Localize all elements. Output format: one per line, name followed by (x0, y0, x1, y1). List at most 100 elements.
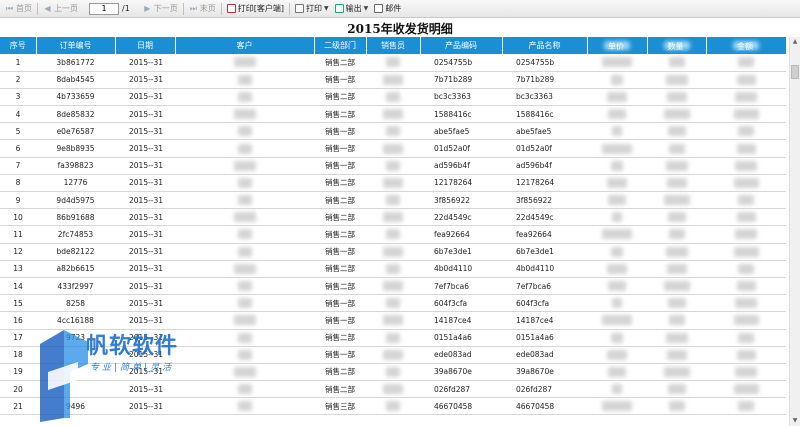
customer-cell (175, 54, 314, 72)
table-row[interactable]: 16 4cc16188 2015--31 销售一部 14187ce4 14187ce4 (0, 311, 786, 330)
table-row[interactable]: 7 fa398823 2015--31 销售一部 ad596b4f ad596b4f (0, 157, 786, 175)
scroll-down-icon[interactable]: ▼ (790, 416, 800, 426)
order-number-cell: 2fc74853 (36, 225, 115, 244)
table-row[interactable]: 13 a82b6615 2015--31 销售二部 4b0d4110 4b0d4110 (0, 260, 786, 278)
prev-page-button[interactable]: ◀ 上一页 (40, 1, 81, 17)
column-header: 日期 (115, 37, 176, 54)
print-button[interactable]: 打印 ▼ (292, 1, 332, 17)
date-cell: 2015--31 (115, 311, 175, 330)
toolbar-divider (289, 2, 291, 15)
amount-cell (706, 105, 786, 124)
redacted-value (237, 143, 252, 154)
column-header-label: 数量 (667, 42, 684, 51)
row-index-cell: 6 (0, 139, 36, 158)
product-code-cell: 14187ce4 (420, 311, 502, 330)
customer-cell (175, 157, 314, 175)
redacted-value (383, 315, 403, 326)
table-row[interactable]: 14 433f2997 2015--31 销售二部 7ef7bca6 7ef7bca6 (0, 277, 786, 296)
redacted-value (383, 384, 403, 395)
table-header: 序号 订单编号 日期 客户 二级部门 销售员 产品编码 产品名称 单价 数量 金额 (0, 37, 787, 54)
table-row[interactable]: 2 8dab4545 2015--31 销售一部 7b71b289 7b71b289 (0, 71, 786, 89)
table-row[interactable]: 5 e0e76587 2015--31 销售一部 abe5fae5 abe5fae5 (0, 122, 786, 141)
table-row[interactable]: 20 2015--31 销售二部 026fd287 026fd287 (0, 380, 786, 399)
next-page-button[interactable]: ▶ 下一页 (140, 1, 181, 17)
table-row[interactable]: 4 8de85832 2015--31 销售二部 1588416c 1588416c (0, 105, 786, 124)
table-row[interactable]: 6 9e8b8935 2015--31 销售一部 01d52a0f 01d52a0f (0, 139, 786, 158)
quantity-cell (647, 225, 706, 244)
print-label: 打印 (306, 4, 323, 13)
amount-cell (706, 208, 786, 227)
redacted-value (668, 315, 685, 326)
redacted-value (386, 332, 400, 343)
table-row[interactable]: 17 9723 2015--31 销售二部 0151a4a6 0151a4a6 (0, 329, 786, 347)
redacted-value (735, 229, 757, 240)
redacted-value (607, 263, 627, 274)
customer-cell (175, 397, 314, 416)
quantity-cell (647, 157, 706, 175)
table-row[interactable]: 3 4b733659 2015--31 销售二部 bc3c3363 bc3c3363 (0, 88, 786, 107)
product-name-cell: 0254755b (502, 54, 587, 72)
customer-cell (175, 277, 314, 296)
first-page-button[interactable]: ⏮ 首页 (2, 1, 35, 17)
department-cell: 销售一部 (314, 294, 366, 313)
quantity-cell (647, 139, 706, 158)
table-row[interactable]: 15 8258 2015--31 销售一部 604f3cfa 604f3cfa (0, 294, 786, 313)
redacted-value (668, 143, 685, 154)
department-cell: 销售二部 (314, 277, 366, 296)
redacted-value (383, 109, 403, 120)
date-cell: 2015--31 (115, 260, 175, 278)
unit-price-cell (587, 208, 647, 227)
table-row[interactable]: 19 2015--31 销售二部 39a8670e 39a8670e (0, 363, 786, 382)
salesperson-cell (366, 191, 420, 210)
page-number-input[interactable] (89, 2, 119, 15)
product-code-cell: 01d52a0f (420, 139, 502, 158)
table-row[interactable]: 1 3b861772 2015--31 销售二部 0254755b 0254755b (0, 54, 786, 72)
mail-button[interactable]: 邮件 (371, 1, 404, 17)
redacted-value (602, 315, 632, 326)
product-name-cell: 604f3cfa (502, 294, 587, 313)
table-row[interactable]: 10 86b91688 2015--31 销售二部 22d4549c 22d4549c (0, 208, 786, 227)
print-client-button[interactable]: 打印[客户端] (224, 1, 287, 17)
column-header: 序号 (0, 37, 37, 54)
redacted-value (608, 366, 626, 377)
row-index-cell: 1 (0, 54, 36, 72)
row-index-cell: 12 (0, 243, 36, 261)
amount-cell (706, 311, 786, 330)
department-cell: 销售二部 (314, 54, 366, 72)
product-code-cell: 46670458 (420, 397, 502, 416)
department-cell: 销售二部 (314, 260, 366, 278)
redacted-value (237, 401, 252, 412)
redacted-value (233, 212, 256, 223)
toolbar-divider (37, 2, 38, 15)
redacted-value (738, 195, 754, 206)
product-name-cell: ad596b4f (502, 157, 587, 175)
scrollbar-thumb[interactable] (791, 65, 799, 79)
table-row[interactable]: 9 9d4d5975 2015--31 销售二部 3f856922 3f856922 (0, 191, 786, 210)
table-row[interactable]: 8 12776 2015--31 销售二部 12178264 12178264 (0, 174, 786, 193)
unit-price-cell (587, 157, 647, 175)
product-code-cell: 7b71b289 (420, 71, 502, 89)
product-name-cell: fea92664 (502, 225, 587, 244)
redacted-value (383, 281, 403, 292)
salesperson-cell (366, 54, 420, 72)
table-row[interactable]: 21 9496 2015--31 销售三部 46670458 46670458 (0, 397, 786, 416)
salesperson-cell (366, 346, 420, 364)
order-number-cell: 8dab4545 (36, 71, 115, 89)
quantity-cell (647, 71, 706, 89)
amount-cell (706, 122, 786, 141)
product-name-cell: 39a8670e (502, 363, 587, 382)
scroll-up-icon[interactable]: ▲ (790, 37, 800, 47)
unit-price-cell (587, 311, 647, 330)
last-page-button[interactable]: ⏭ 末页 (186, 1, 219, 17)
table-row[interactable]: 18 2015--31 销售一部 ede083ad ede083ad (0, 346, 786, 364)
table-row[interactable]: 11 2fc74853 2015--31 销售二部 fea92664 fea92664 (0, 225, 786, 244)
vertical-scrollbar[interactable]: ▲ ▼ (789, 37, 800, 426)
redacted-value (608, 109, 626, 120)
product-name-cell: 46670458 (502, 397, 587, 416)
order-number-cell: 4b733659 (36, 88, 115, 107)
redacted-value (386, 126, 400, 137)
department-cell: 销售二部 (314, 88, 366, 107)
amount-cell (706, 157, 786, 175)
table-row[interactable]: 12 bde82122 2015--31 销售一部 6b7e3de1 6b7e3de1 (0, 243, 786, 261)
export-button[interactable]: 输出 ▼ (332, 1, 372, 17)
